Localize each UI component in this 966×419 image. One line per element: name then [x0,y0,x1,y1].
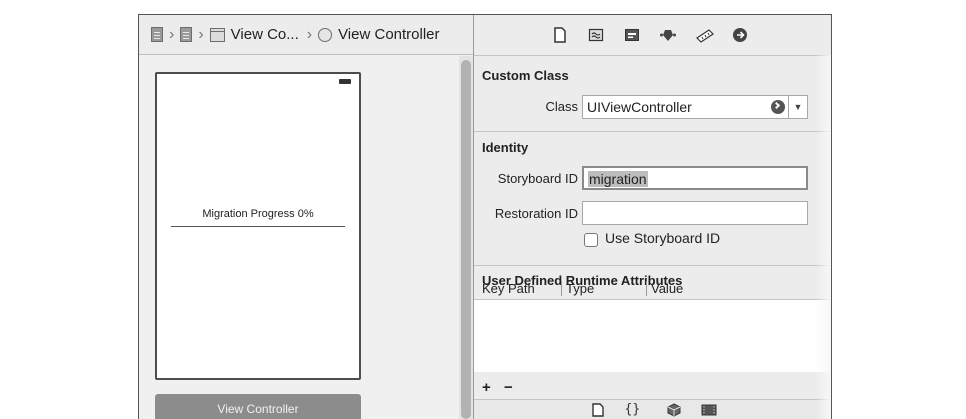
use-storyboard-id-label[interactable]: Use Storyboard ID [605,230,720,246]
identity-icon[interactable] [624,27,640,43]
custom-class-title: Custom Class [482,68,569,83]
identity-title: Identity [482,140,529,155]
class-combobox[interactable]: UIViewController ▼ [582,95,808,119]
circle-icon[interactable] [318,27,333,42]
jump-bar-item-view-controller[interactable]: View Controller [338,26,439,43]
class-value: UIViewController [587,99,692,115]
jump-bar-item-scene[interactable]: View Co... [231,26,299,43]
chevron-right-icon: › [169,25,175,43]
scene-label[interactable]: View Controller [155,394,361,419]
scroll-thumb[interactable] [461,60,471,419]
size-icon[interactable] [696,27,714,43]
file-template-icon[interactable] [591,403,605,417]
library-tab-bar: {} [474,399,831,419]
inspector-tab-bar [474,15,831,56]
restoration-id-field[interactable] [582,201,808,225]
section-divider [474,265,831,266]
restoration-id-label: Restoration ID [494,206,578,221]
column-type[interactable]: Type [561,281,594,296]
attributes-icon[interactable] [660,27,676,43]
panel-edge-fade [815,55,831,419]
file-doc-icon[interactable] [151,27,163,42]
file-icon[interactable] [552,27,568,43]
class-label: Class [545,99,578,114]
storyboard-canvas[interactable]: Migration Progress 0% View Controller [139,56,459,419]
section-divider [474,131,831,132]
use-storyboard-id-checkbox[interactable] [584,233,598,247]
view-controller-icon[interactable] [209,27,225,42]
chevron-right-icon: › [198,25,204,43]
column-value[interactable]: Value [646,281,683,296]
runtime-attributes-table[interactable] [474,300,831,372]
storyboard-id-value: migration [588,171,648,187]
identity-inspector: Custom Class Class UIViewController ▼ Id… [473,15,831,419]
jump-bar: › › View Co... › View Controller [139,15,473,55]
battery-icon [339,79,351,84]
xcode-window: › › View Co... › View Controller Migrati… [138,14,832,419]
runtime-attributes-header: Key Path Type Value [474,281,831,300]
add-attribute-button[interactable]: + [482,379,491,396]
view-controller-scene[interactable]: Migration Progress 0% [155,72,361,380]
remove-attribute-button[interactable]: − [504,379,513,396]
progress-label[interactable]: Migration Progress 0% [157,208,359,220]
media-library-icon[interactable] [701,403,716,417]
go-to-class-icon[interactable] [771,100,785,114]
connections-icon[interactable] [732,27,748,43]
object-library-icon[interactable] [667,403,681,417]
column-key-path[interactable]: Key Path [482,281,535,296]
storyboard-id-field[interactable]: migration [582,166,808,190]
progress-view[interactable] [171,226,345,227]
file-doc-icon[interactable] [180,27,193,42]
chevron-down-icon[interactable]: ▼ [788,96,807,118]
chevron-right-icon: › [306,25,313,43]
canvas-scrollbar[interactable] [459,56,473,419]
code-snippet-icon[interactable]: {} [625,403,647,417]
quick-help-icon[interactable] [588,27,604,43]
storyboard-id-label: Storyboard ID [497,171,578,186]
